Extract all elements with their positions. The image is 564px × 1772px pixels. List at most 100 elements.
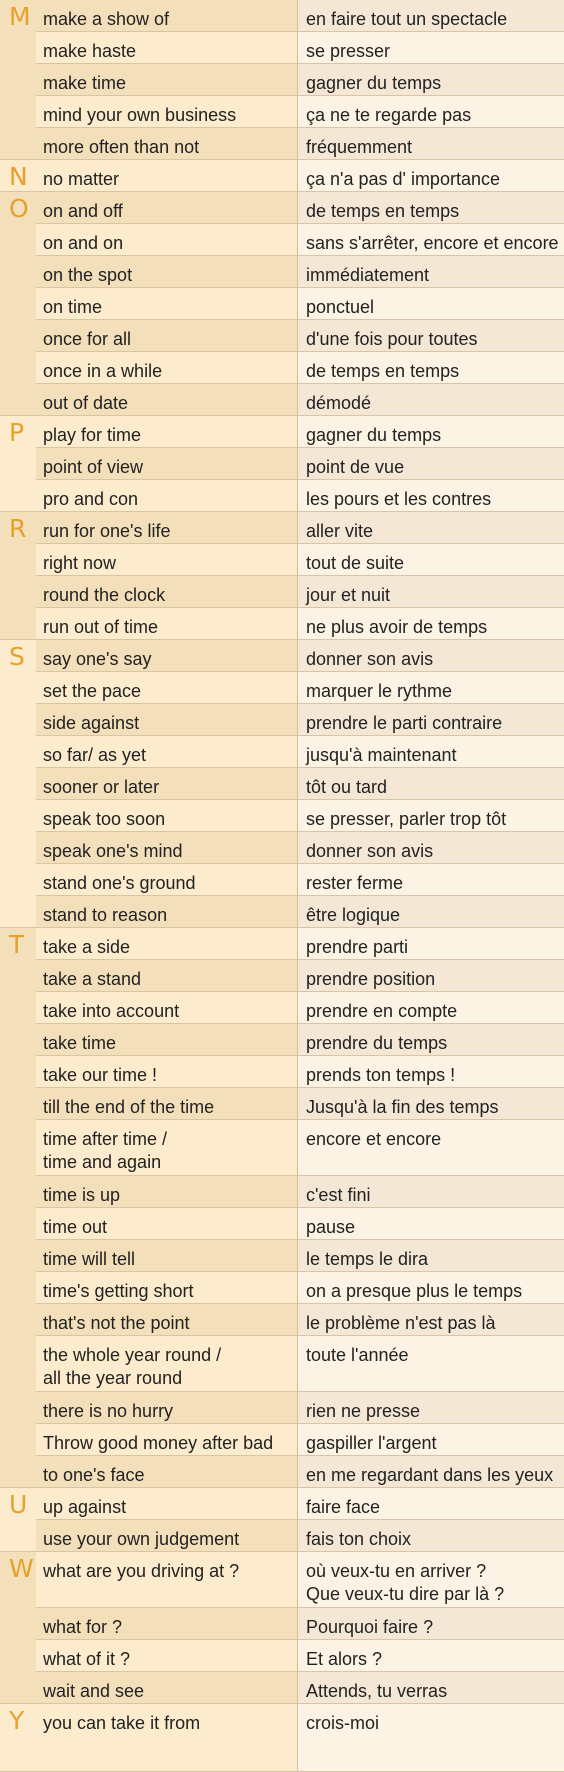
table-row: no matter ça n'a pas d' importance: [36, 160, 564, 192]
section-letter: U: [9, 1490, 28, 1519]
table-row: wait and see Attends, tu verras: [36, 1672, 564, 1704]
french-translation: se presser, parler trop tôt: [298, 800, 564, 831]
french-translation: démodé: [298, 384, 564, 415]
english-expression: make a show of: [36, 0, 298, 31]
letter-section: Y: [0, 1704, 36, 1772]
table-row: on and off de temps en temps: [36, 192, 564, 224]
table-row: time after time / time and again encore e…: [36, 1120, 564, 1176]
table-row: till the end of the time Jusqu'à la fin d…: [36, 1088, 564, 1120]
french-translation: gaspiller l'argent: [298, 1424, 564, 1455]
english-expression: wait and see: [36, 1672, 298, 1703]
table-row: time's getting short on a presque plus le…: [36, 1272, 564, 1304]
table-row: pro and con les pours et les contres: [36, 480, 564, 512]
table-row: what of it ? Et alors ?: [36, 1640, 564, 1672]
french-translation: les pours et les contres: [298, 480, 564, 511]
french-translation: prendre position: [298, 960, 564, 991]
section-letter: P: [9, 418, 25, 447]
table-row: so far/ as yet jusqu'à maintenant: [36, 736, 564, 768]
table-row: make a show of en faire tout un spectacle: [36, 0, 564, 32]
table-row: make time gagner du temps: [36, 64, 564, 96]
table-row: play for time gagner du temps: [36, 416, 564, 448]
english-expression: so far/ as yet: [36, 736, 298, 767]
section-letter: S: [9, 642, 25, 671]
table-row: on and on sans s'arrêter, encore et encor…: [36, 224, 564, 256]
table-row: time will tell le temps le dira: [36, 1240, 564, 1272]
french-translation: ça n'a pas d' importance: [298, 160, 564, 191]
french-translation: fréquemment: [298, 128, 564, 159]
table-row: speak too soon se presser, parler trop tô…: [36, 800, 564, 832]
french-translation: prendre du temps: [298, 1024, 564, 1055]
table-row: stand to reason être logique: [36, 896, 564, 928]
table-row: there is no hurry rien ne presse: [36, 1392, 564, 1424]
french-translation: toute l'année: [298, 1336, 564, 1391]
table-row: to one's face en me regardant dans les ye…: [36, 1456, 564, 1488]
english-expression: time's getting short: [36, 1272, 298, 1303]
french-translation: aller vite: [298, 512, 564, 543]
english-expression: time will tell: [36, 1240, 298, 1271]
english-expression: take into account: [36, 992, 298, 1023]
french-translation: d'une fois pour toutes: [298, 320, 564, 351]
french-translation: en faire tout un spectacle: [298, 0, 564, 31]
french-translation: pause: [298, 1208, 564, 1239]
table-row: round the clock jour et nuit: [36, 576, 564, 608]
table-row: you can take it from crois-moi: [36, 1704, 564, 1772]
english-expression: what are you driving at ?: [36, 1552, 298, 1607]
table-row: speak one's mind donner son avis: [36, 832, 564, 864]
english-expression: there is no hurry: [36, 1392, 298, 1423]
table-row: time is up c'est fini: [36, 1176, 564, 1208]
french-translation: prends ton temps !: [298, 1056, 564, 1087]
english-expression: make time: [36, 64, 298, 95]
french-translation: prendre parti: [298, 928, 564, 959]
french-translation: se presser: [298, 32, 564, 63]
english-expression: take time: [36, 1024, 298, 1055]
english-expression: round the clock: [36, 576, 298, 607]
french-translation: gagner du temps: [298, 416, 564, 447]
english-expression: play for time: [36, 416, 298, 447]
table-row: run for one's life aller vite: [36, 512, 564, 544]
english-expression: Throw good money after bad: [36, 1424, 298, 1455]
french-translation: point de vue: [298, 448, 564, 479]
french-translation: sans s'arrêter, encore et encore: [298, 224, 564, 255]
section-letter: T: [9, 930, 25, 959]
english-expression: once for all: [36, 320, 298, 351]
english-expression: that's not the point: [36, 1304, 298, 1335]
french-translation: être logique: [298, 896, 564, 927]
table-row: that's not the point le problème n'est pa…: [36, 1304, 564, 1336]
english-expression: take a stand: [36, 960, 298, 991]
table-row: say one's say donner son avis: [36, 640, 564, 672]
english-expression: more often than not: [36, 128, 298, 159]
english-expression: till the end of the time: [36, 1088, 298, 1119]
french-translation: où veux-tu en arriver ? Que veux-tu dire…: [298, 1552, 564, 1607]
french-translation: Jusqu'à la fin des temps: [298, 1088, 564, 1119]
english-expression: you can take it from: [36, 1704, 298, 1771]
table-row: mind your own business ça ne te regarde p…: [36, 96, 564, 128]
english-expression: the whole year round / all the year roun…: [36, 1336, 298, 1391]
english-expression: speak one's mind: [36, 832, 298, 863]
french-translation: encore et encore: [298, 1120, 564, 1175]
letter-section: O: [0, 192, 36, 416]
english-expression: no matter: [36, 160, 298, 191]
english-expression: run out of time: [36, 608, 298, 639]
english-expression: time is up: [36, 1176, 298, 1207]
table-row: make haste se presser: [36, 32, 564, 64]
french-translation: marquer le rythme: [298, 672, 564, 703]
french-translation: de temps en temps: [298, 352, 564, 383]
french-translation: on a presque plus le temps: [298, 1272, 564, 1303]
table-row: time out pause: [36, 1208, 564, 1240]
french-translation: c'est fini: [298, 1176, 564, 1207]
english-expression: make haste: [36, 32, 298, 63]
table-row: on the spot immédiatement: [36, 256, 564, 288]
french-translation: donner son avis: [298, 640, 564, 671]
english-expression: on the spot: [36, 256, 298, 287]
french-translation: donner son avis: [298, 832, 564, 863]
french-translation: crois-moi: [298, 1704, 564, 1771]
table-row: use your own judgement fais ton choix: [36, 1520, 564, 1552]
table-row: more often than not fréquemment: [36, 128, 564, 160]
english-expression: once in a while: [36, 352, 298, 383]
letter-section: S: [0, 640, 36, 928]
table-row: once in a while de temps en temps: [36, 352, 564, 384]
english-expression: run for one's life: [36, 512, 298, 543]
english-expression: use your own judgement: [36, 1520, 298, 1551]
section-letter: O: [9, 194, 29, 223]
letter-section: W: [0, 1552, 36, 1704]
